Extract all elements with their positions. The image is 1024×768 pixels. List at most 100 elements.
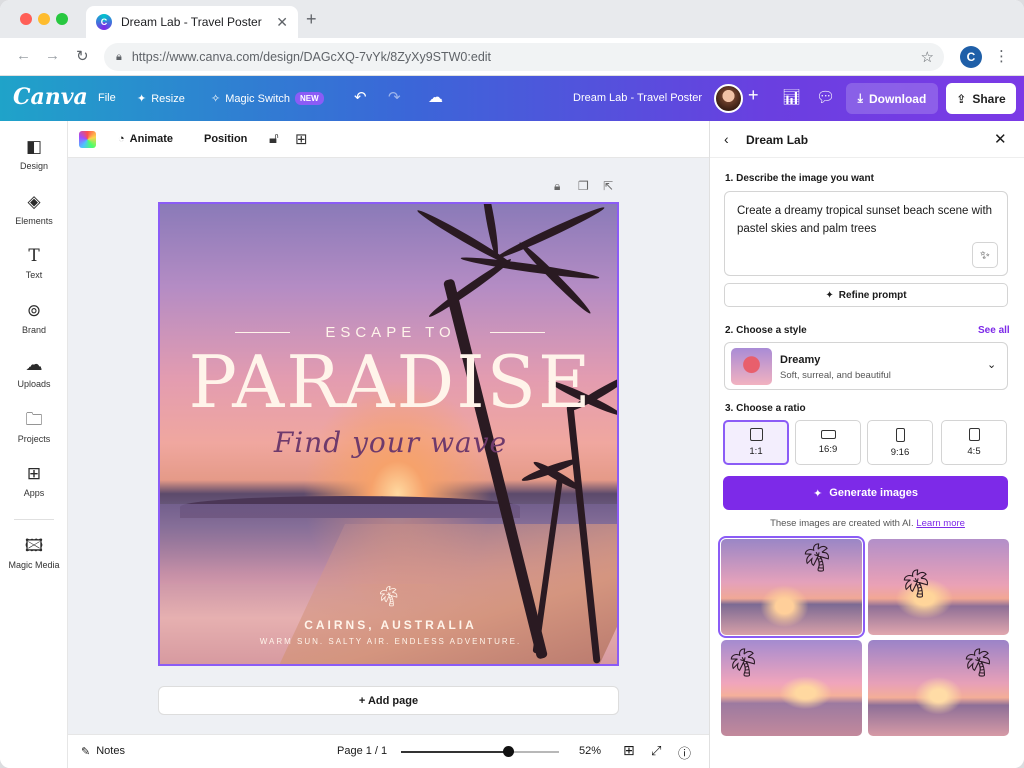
zoom-slider[interactable] xyxy=(401,746,559,757)
bottom-bar: ✎ Notes Page 1 / 1 52% ⊞ ⤢ ⓘ xyxy=(68,734,709,768)
user-avatar[interactable] xyxy=(714,84,743,113)
browser-window: C Dream Lab - Travel Poster ✕ + ← → ↻ 🔒︎… xyxy=(0,0,1024,768)
tab-close-icon[interactable]: ✕ xyxy=(276,14,288,31)
poster-tagline[interactable]: Find your wave xyxy=(160,426,617,459)
page-lock-icon[interactable]: 🔒︎ xyxy=(554,179,560,194)
animate-button[interactable]: ◔ Animate xyxy=(118,133,173,145)
text-icon: T xyxy=(28,246,40,266)
add-collaborator-icon[interactable]: + xyxy=(748,85,759,106)
notes-label: Notes xyxy=(96,745,125,757)
generated-image-1[interactable]: 🌴︎ xyxy=(718,536,865,638)
refine-prompt-button[interactable]: ✦ Refine prompt xyxy=(724,283,1008,307)
palm-tree-icon: 🌴︎ xyxy=(960,647,996,678)
generate-images-button[interactable]: ✦ Generate images xyxy=(723,476,1008,510)
browser-tab[interactable]: C Dream Lab - Travel Poster ✕ xyxy=(86,6,298,38)
ratio-option-16-9[interactable]: 16:9 xyxy=(795,420,861,465)
palm-logo-icon[interactable]: 🌴︎ xyxy=(376,584,401,609)
sidebar-label: Uploads xyxy=(17,379,51,389)
canva-favicon-icon: C xyxy=(96,14,112,30)
poster-escape-text[interactable]: ESCAPE TO xyxy=(160,324,617,341)
magic-switch-label: Magic Switch xyxy=(225,92,291,105)
generated-image-4[interactable]: 🌴︎ xyxy=(868,640,1009,736)
add-page-icon[interactable]: ⇱ xyxy=(603,179,613,193)
sidebar-item-uploads[interactable]: ☁ Uploads xyxy=(0,354,68,389)
ratio-label: 1:1 xyxy=(749,446,763,457)
duplicate-page-icon[interactable]: ❐ xyxy=(578,179,589,193)
url-field[interactable]: 🔒︎ https://www.canva.com/design/DAGcXQ-7… xyxy=(104,43,944,71)
add-page-button[interactable]: + Add page xyxy=(158,686,619,715)
sidebar-label: Projects xyxy=(17,434,51,444)
ratio-label: 4:5 xyxy=(967,446,981,457)
share-button[interactable]: ⇪ Share xyxy=(946,83,1016,114)
lock-icon[interactable]: 🔓︎ xyxy=(269,130,279,147)
close-icon[interactable]: ✕ xyxy=(994,130,1007,148)
generated-image-3[interactable]: 🌴︎ xyxy=(721,640,862,736)
grid-view-icon[interactable]: ⊞ xyxy=(623,742,635,759)
notes-button[interactable]: ✎ Notes xyxy=(81,745,125,758)
see-all-link[interactable]: See all xyxy=(978,325,1010,336)
refine-label: Refine prompt xyxy=(838,289,907,301)
maximize-window-button[interactable] xyxy=(56,13,68,25)
forward-icon[interactable]: → xyxy=(45,47,60,64)
sidebar-label: Apps xyxy=(23,488,45,498)
help-icon[interactable]: ⓘ xyxy=(678,743,691,762)
color-picker-icon[interactable] xyxy=(79,131,96,148)
minimize-window-button[interactable] xyxy=(38,13,50,25)
style-select[interactable]: Dreamy Soft, surreal, and beautiful ⌄ xyxy=(724,342,1008,390)
sidebar-item-design[interactable]: ◧ Design xyxy=(0,136,68,171)
insights-icon[interactable]: 📊︎ xyxy=(782,88,801,106)
sidebar-item-projects[interactable]: 🗀︎ Projects xyxy=(0,409,68,444)
magic-wand-icon[interactable]: ✨︎ xyxy=(972,242,998,268)
palm-tree-icon: 🌴︎ xyxy=(725,647,761,678)
palm-tree-icon: 🌴︎ xyxy=(898,568,934,599)
step-3-label: 3. Choose a ratio xyxy=(725,403,806,414)
fullscreen-icon[interactable]: ⤢ xyxy=(651,743,661,759)
profile-avatar[interactable]: C xyxy=(960,46,982,68)
share-label: Share xyxy=(972,91,1006,106)
ratio-option-1-1[interactable]: 1:1 xyxy=(723,420,789,465)
sidebar-label: Magic Media xyxy=(8,560,60,570)
poster-location[interactable]: CAIRNS, AUSTRALIA xyxy=(160,618,617,632)
ai-disclaimer: These images are created with AI. Learn … xyxy=(710,518,1024,529)
poster-subline[interactable]: WARM SUN. SALTY AIR. ENDLESS ADVENTURE. xyxy=(160,637,617,646)
url-text: https://www.canva.com/design/DAGcXQ-7vYk… xyxy=(131,50,492,64)
prompt-input[interactable]: Create a dreamy tropical sunset beach sc… xyxy=(724,191,1008,276)
download-button[interactable]: ⤓ Download xyxy=(846,83,938,114)
new-tab-icon[interactable]: + xyxy=(306,9,317,30)
comment-icon[interactable]: 💬︎ xyxy=(816,88,835,106)
zoom-level[interactable]: 52% xyxy=(579,745,601,757)
bookmark-star-icon[interactable]: ☆ xyxy=(921,48,934,66)
cloud-saved-icon[interactable]: ☁ xyxy=(428,88,443,106)
generated-image-2[interactable]: 🌴︎ xyxy=(868,539,1009,635)
page-indicator[interactable]: Page 1 / 1 xyxy=(337,745,387,757)
resize-button[interactable]: ✦ Resize xyxy=(137,92,185,106)
ratio-option-9-16[interactable]: 9:16 xyxy=(867,420,933,465)
file-menu[interactable]: File xyxy=(98,92,116,104)
zoom-slider-knob[interactable] xyxy=(503,746,514,757)
magic-switch-button[interactable]: ✧ Magic Switch NEW xyxy=(211,92,324,105)
sidebar-item-brand[interactable]: ⊚ Brand xyxy=(0,300,68,335)
position-button[interactable]: Position xyxy=(204,133,247,145)
design-canvas[interactable]: ESCAPE TO PARADISE Find your wave 🌴︎ CAI… xyxy=(158,202,619,666)
reload-icon[interactable]: ↻ xyxy=(76,47,89,65)
sidebar-item-magic-media[interactable]: 🖾︎ Magic Media xyxy=(0,535,68,570)
design-title[interactable]: Dream Lab - Travel Poster xyxy=(573,92,702,104)
sidebar-item-elements[interactable]: ◈ Elements xyxy=(0,191,68,226)
grid-icon[interactable]: ⊞ xyxy=(295,130,308,148)
back-icon[interactable]: ← xyxy=(16,47,31,64)
animate-icon: ◔ xyxy=(118,133,125,145)
apps-icon: ⊞ xyxy=(26,464,42,483)
ratio-option-4-5[interactable]: 4:5 xyxy=(941,420,1007,465)
magic-switch-icon: ✧ xyxy=(211,93,221,105)
redo-icon[interactable]: ↷ xyxy=(388,88,401,106)
sidebar-item-text[interactable]: T Text xyxy=(0,245,68,280)
download-icon: ⤓ xyxy=(857,91,863,105)
sidebar-item-apps[interactable]: ⊞ Apps xyxy=(0,463,68,498)
learn-more-link[interactable]: Learn more xyxy=(916,518,965,529)
poster-headline[interactable]: PARADISE xyxy=(160,342,617,422)
back-chevron-icon[interactable]: ‹ xyxy=(724,131,729,147)
close-window-button[interactable] xyxy=(20,13,32,25)
undo-icon[interactable]: ↶ xyxy=(354,88,367,106)
browser-menu-icon[interactable]: ⋮ xyxy=(994,47,1009,65)
canva-logo[interactable]: Canva xyxy=(13,84,88,110)
